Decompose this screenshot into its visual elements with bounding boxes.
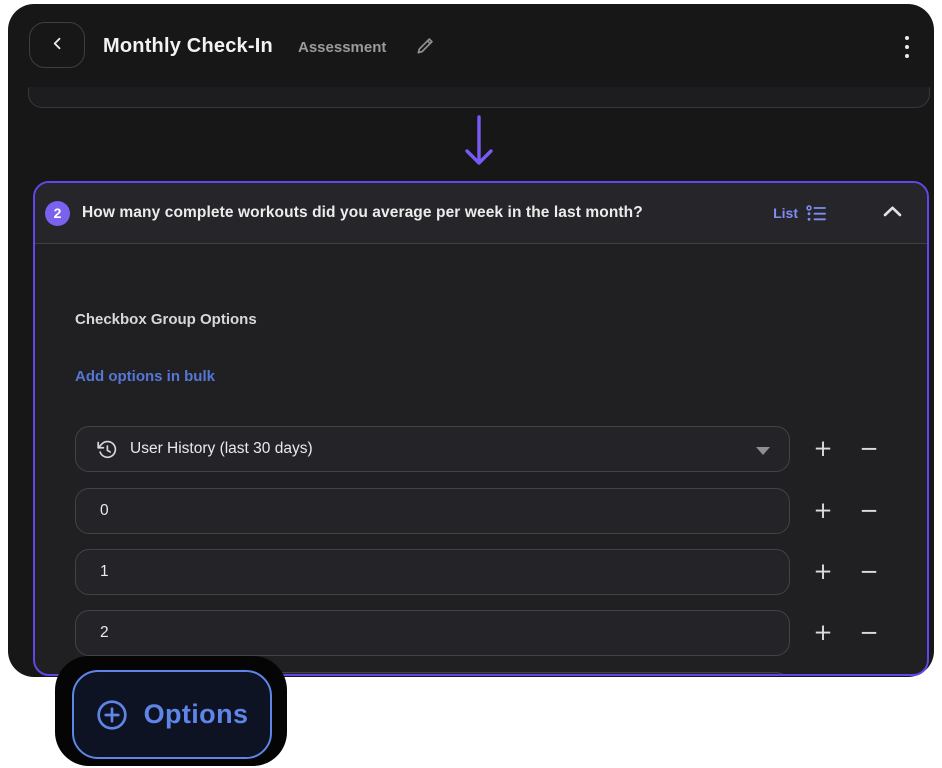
kebab-menu-icon (904, 35, 910, 59)
add-option-row-button[interactable]: + (800, 426, 846, 472)
option-row: + − (75, 549, 905, 595)
option-row: + − (75, 488, 905, 534)
question-number-badge: 2 (45, 200, 70, 226)
page-title: Monthly Check-In (103, 35, 273, 57)
option-value-field[interactable] (75, 549, 790, 595)
page: { "header": { "title": "Monthly Check-In… (0, 0, 942, 768)
add-option-row-button[interactable]: + (800, 610, 846, 656)
chevron-left-icon (48, 34, 67, 56)
option-value-input[interactable] (100, 550, 771, 594)
remove-option-row-button[interactable]: − (846, 610, 892, 656)
app-window: Monthly Check-In Assessment 2 How many c… (8, 4, 934, 677)
collapse-question-button[interactable] (882, 205, 903, 221)
remove-option-row-button[interactable]: − (846, 488, 892, 534)
option-value-field[interactable] (75, 610, 790, 656)
option-value-input[interactable] (100, 611, 771, 655)
list-bullets-icon (806, 204, 826, 222)
pencil-icon (414, 36, 435, 60)
question-card: 2 How many complete workouts did you ave… (33, 181, 929, 676)
arrow-down-icon (462, 114, 496, 173)
add-option-row-button[interactable]: + (800, 488, 846, 534)
remove-option-row-button[interactable]: − (846, 549, 892, 595)
add-option-row-button[interactable]: + (800, 549, 846, 595)
add-options-in-bulk-link[interactable]: Add options in bulk (75, 368, 215, 385)
previous-question-card-fragment (28, 87, 930, 108)
question-type-label: List (773, 205, 798, 221)
question-type-button[interactable]: List (773, 204, 826, 222)
caret-down-icon (756, 447, 770, 455)
page-subtitle: Assessment (298, 39, 387, 56)
section-heading: Checkbox Group Options (75, 311, 257, 328)
user-history-dropdown[interactable]: User History (last 30 days) (75, 426, 790, 472)
question-text: How many complete workouts did you avera… (82, 204, 643, 221)
option-row: + − (75, 610, 905, 656)
remove-option-row-button[interactable]: − (846, 426, 892, 472)
history-clock-icon (96, 439, 117, 460)
plus-circle-icon (96, 699, 128, 731)
edit-title-button[interactable] (411, 35, 437, 61)
chevron-up-icon (882, 205, 903, 221)
more-menu-button[interactable] (892, 32, 922, 62)
option-value-input[interactable] (100, 489, 771, 533)
option-row-dropdown: User History (last 30 days) + − (75, 426, 905, 472)
option-value-field[interactable] (75, 488, 790, 534)
dropdown-selected-value: User History (last 30 days) (130, 440, 313, 457)
options-button-label: Options (143, 699, 249, 729)
back-button[interactable] (29, 22, 85, 68)
question-header: 2 How many complete workouts did you ave… (35, 183, 927, 244)
options-button[interactable]: Options (72, 670, 272, 759)
